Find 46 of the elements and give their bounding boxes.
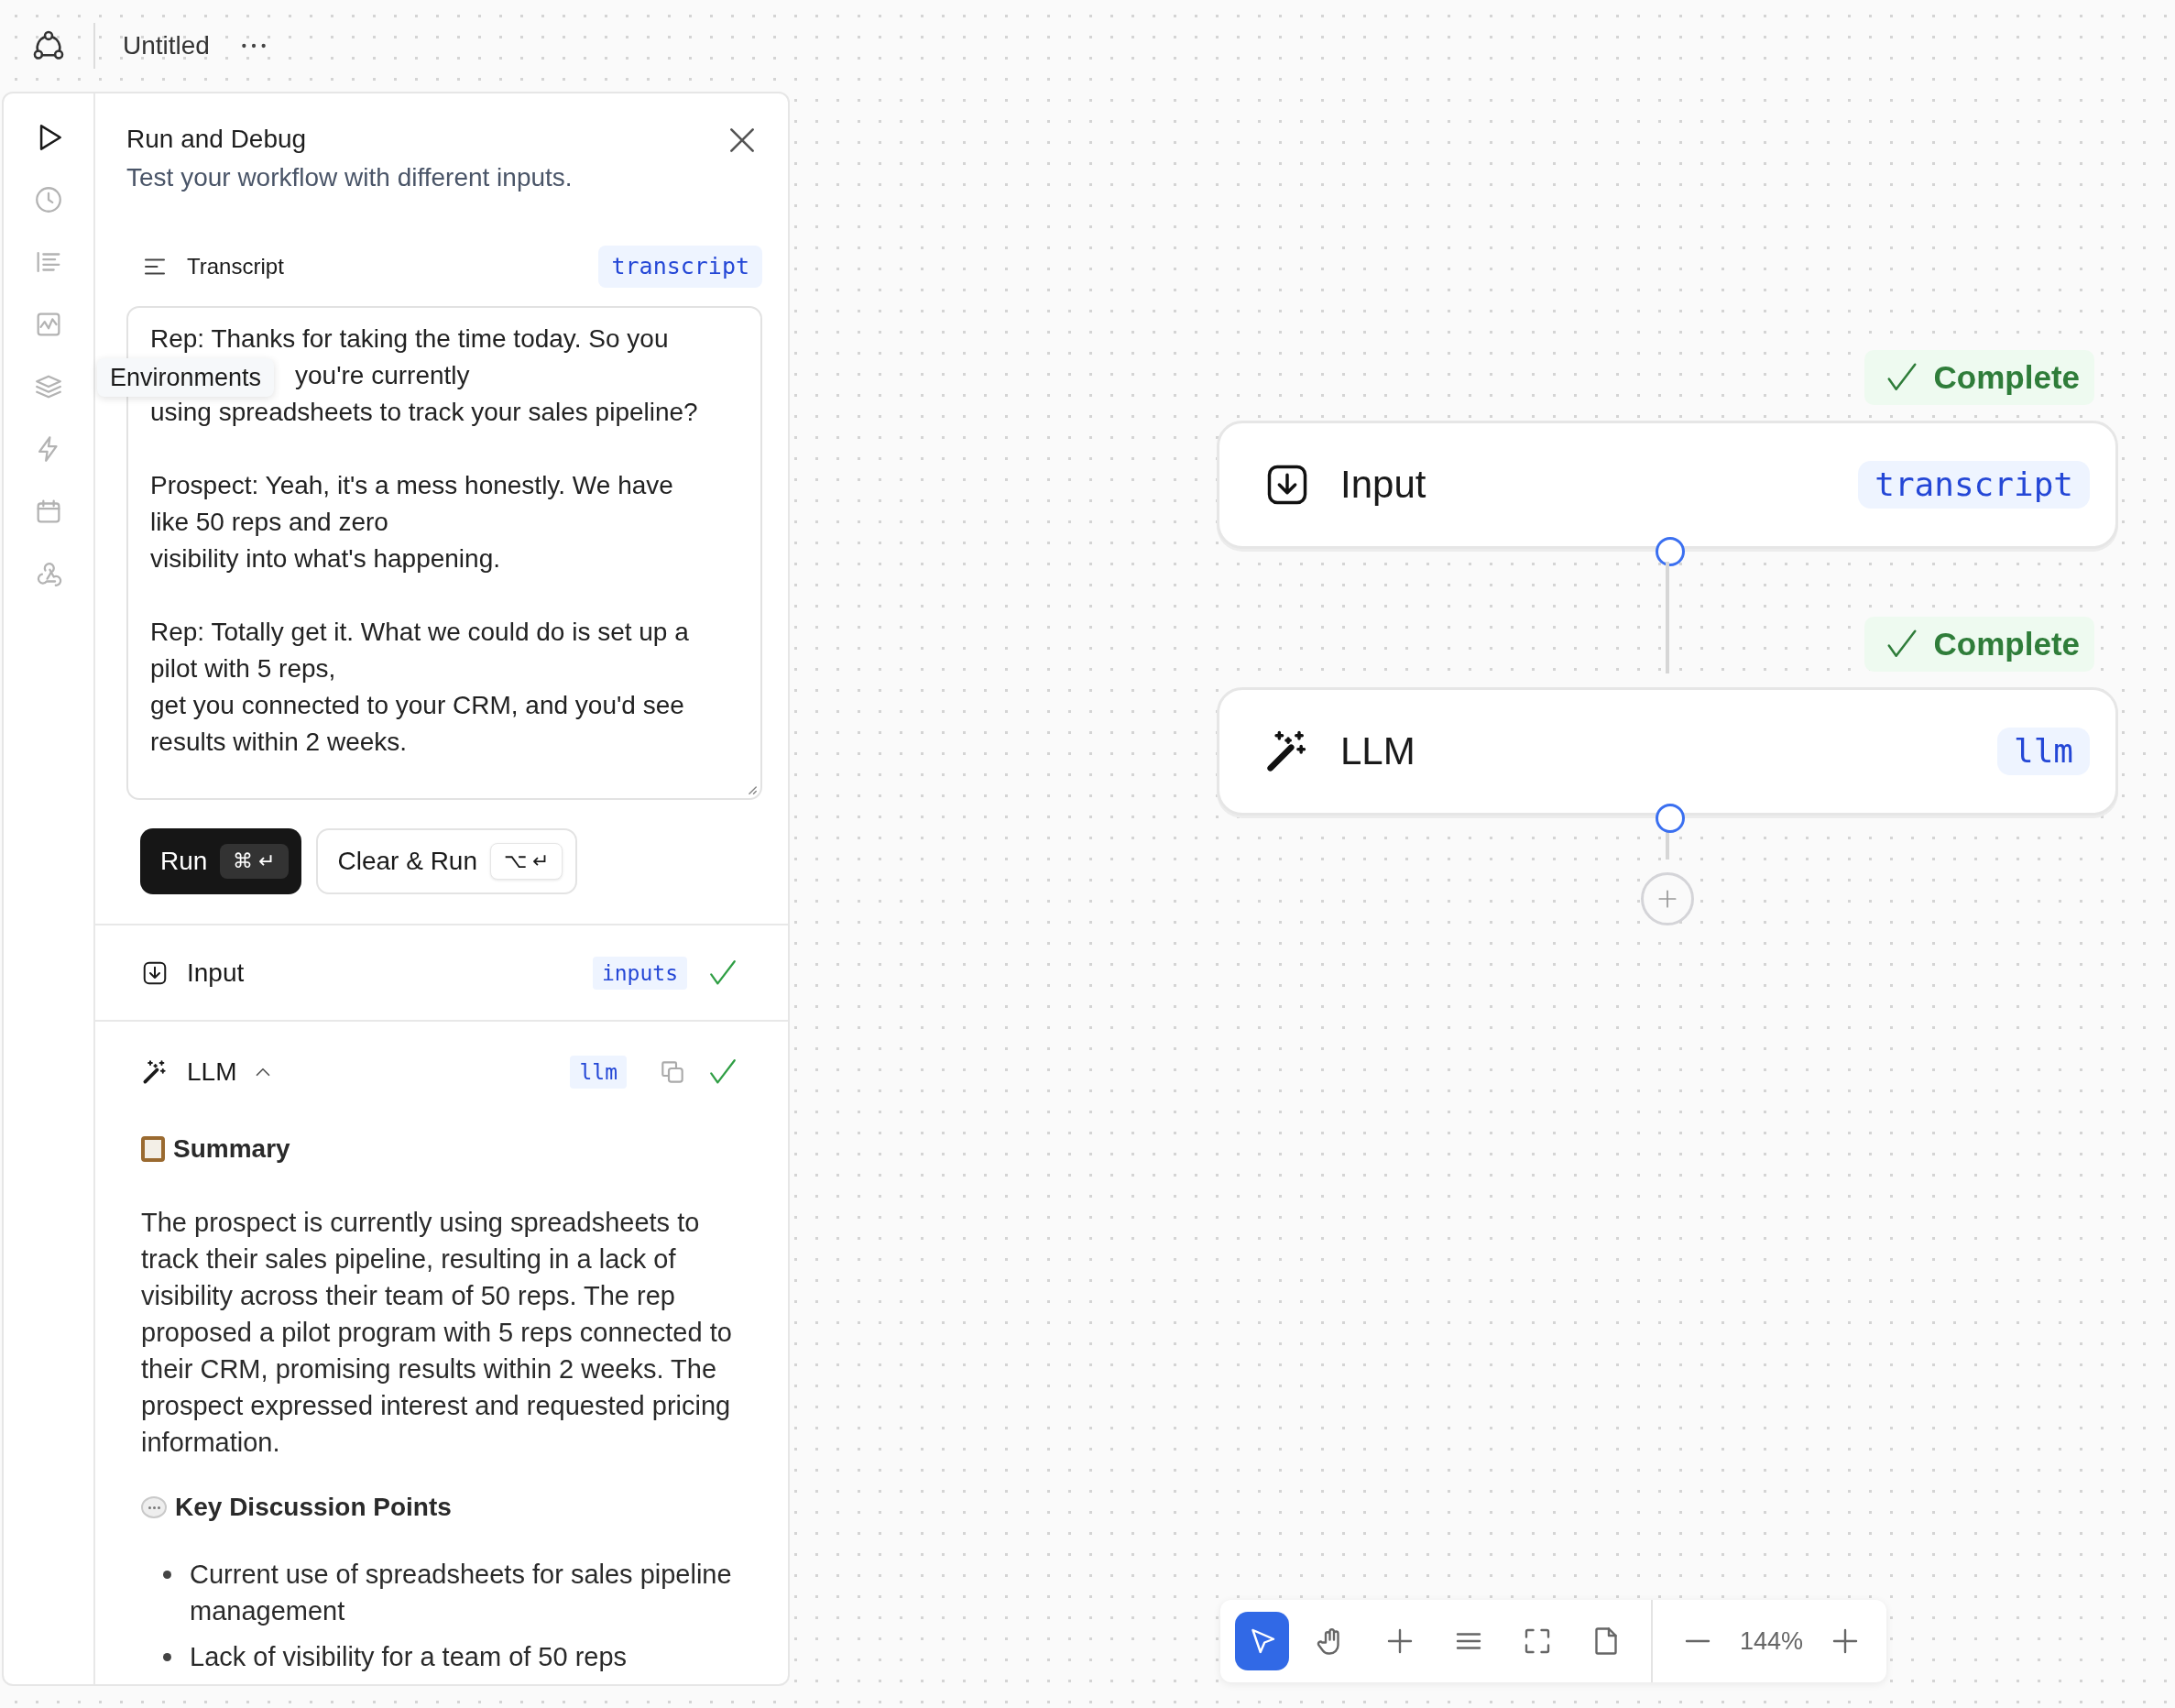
panel-subtitle: Test your workflow with different inputs. — [126, 162, 573, 193]
transcript-text: you're currently — [295, 360, 470, 391]
add-node-button[interactable] — [1641, 872, 1694, 925]
variable-tag: transcript — [598, 246, 762, 288]
node-label: Input — [1340, 463, 1427, 507]
magic-wand-icon — [141, 1058, 169, 1086]
shortcut-hint: ⌥ ↵ — [490, 843, 563, 880]
bullet-dot — [163, 1571, 171, 1579]
section-heading: Summary — [173, 1134, 290, 1164]
transcript-text: like 50 reps and zero — [150, 507, 388, 538]
bullet-text: Current use of spreadsheets for sales pipeline management — [190, 1559, 733, 1627]
status-badge: Complete — [1864, 617, 2094, 672]
variable-tag: llm — [570, 1056, 627, 1089]
step-title[interactable]: Input — [187, 958, 245, 988]
bullet-text: Lack of visibility for a team of 50 reps — [190, 1641, 628, 1673]
zoom-level: 144% — [1739, 1626, 1803, 1656]
section-heading: Key Discussion Points — [175, 1493, 452, 1522]
connection-handle[interactable] — [1656, 804, 1685, 833]
transcript-text: results within 2 weeks. — [150, 727, 408, 758]
summary-paragraph: The prospect is currently using spreadsheets to track their sales pipeline, resulting in a lack of visibility across their team of 50 reps. The rep proposed a pilot program with 5 reps connected to their CRM, promising results within 2 weeks. The prospect expressed interest and requested pricing information. — [141, 1207, 733, 1459]
shortcut-hint: ⌘ ↵ — [220, 844, 289, 879]
panel-title: Run and Debug — [126, 124, 308, 155]
variable-tag: transcript — [1858, 461, 2090, 509]
field-label: Transcript — [187, 254, 285, 279]
speech-bubble-icon — [141, 1496, 167, 1518]
bullet-dot — [163, 1653, 171, 1661]
transcript-text: Rep: Totally get it. What we could do is set up a — [150, 617, 689, 648]
variable-tag: inputs — [592, 956, 687, 990]
transcript-text: Rep: Thanks for taking the time today. So you — [150, 323, 669, 355]
node-label: LLM — [1340, 729, 1416, 773]
clear-run-button[interactable]: Clear & Run ⌥ ↵ — [315, 828, 578, 894]
variable-tag: llm — [1996, 728, 2090, 775]
clipboard-icon — [141, 1136, 165, 1162]
transcript-text: Prospect: Yeah, it's a mess honestly. We have — [150, 470, 673, 501]
tooltip: Environments — [97, 358, 275, 397]
transcript-text: pilot with 5 reps, — [150, 653, 336, 684]
node-card[interactable]: Input transcript — [1217, 421, 2118, 549]
document-title[interactable]: Untitled — [123, 31, 210, 60]
transcript-text: visibility into what's happening. — [150, 543, 500, 575]
transcript-text: using spreadsheets to track your sales pipeline? — [150, 397, 698, 428]
status-badge: Complete — [1864, 350, 2094, 405]
run-button[interactable]: Run ⌘ ↵ — [140, 828, 301, 894]
step-title[interactable]: LLM — [187, 1057, 237, 1087]
tool-button[interactable] — [1235, 1612, 1289, 1670]
transcript-text: get you connected to your CRM, and you'd see — [150, 690, 684, 721]
node-card[interactable]: LLM llm — [1217, 687, 2118, 816]
